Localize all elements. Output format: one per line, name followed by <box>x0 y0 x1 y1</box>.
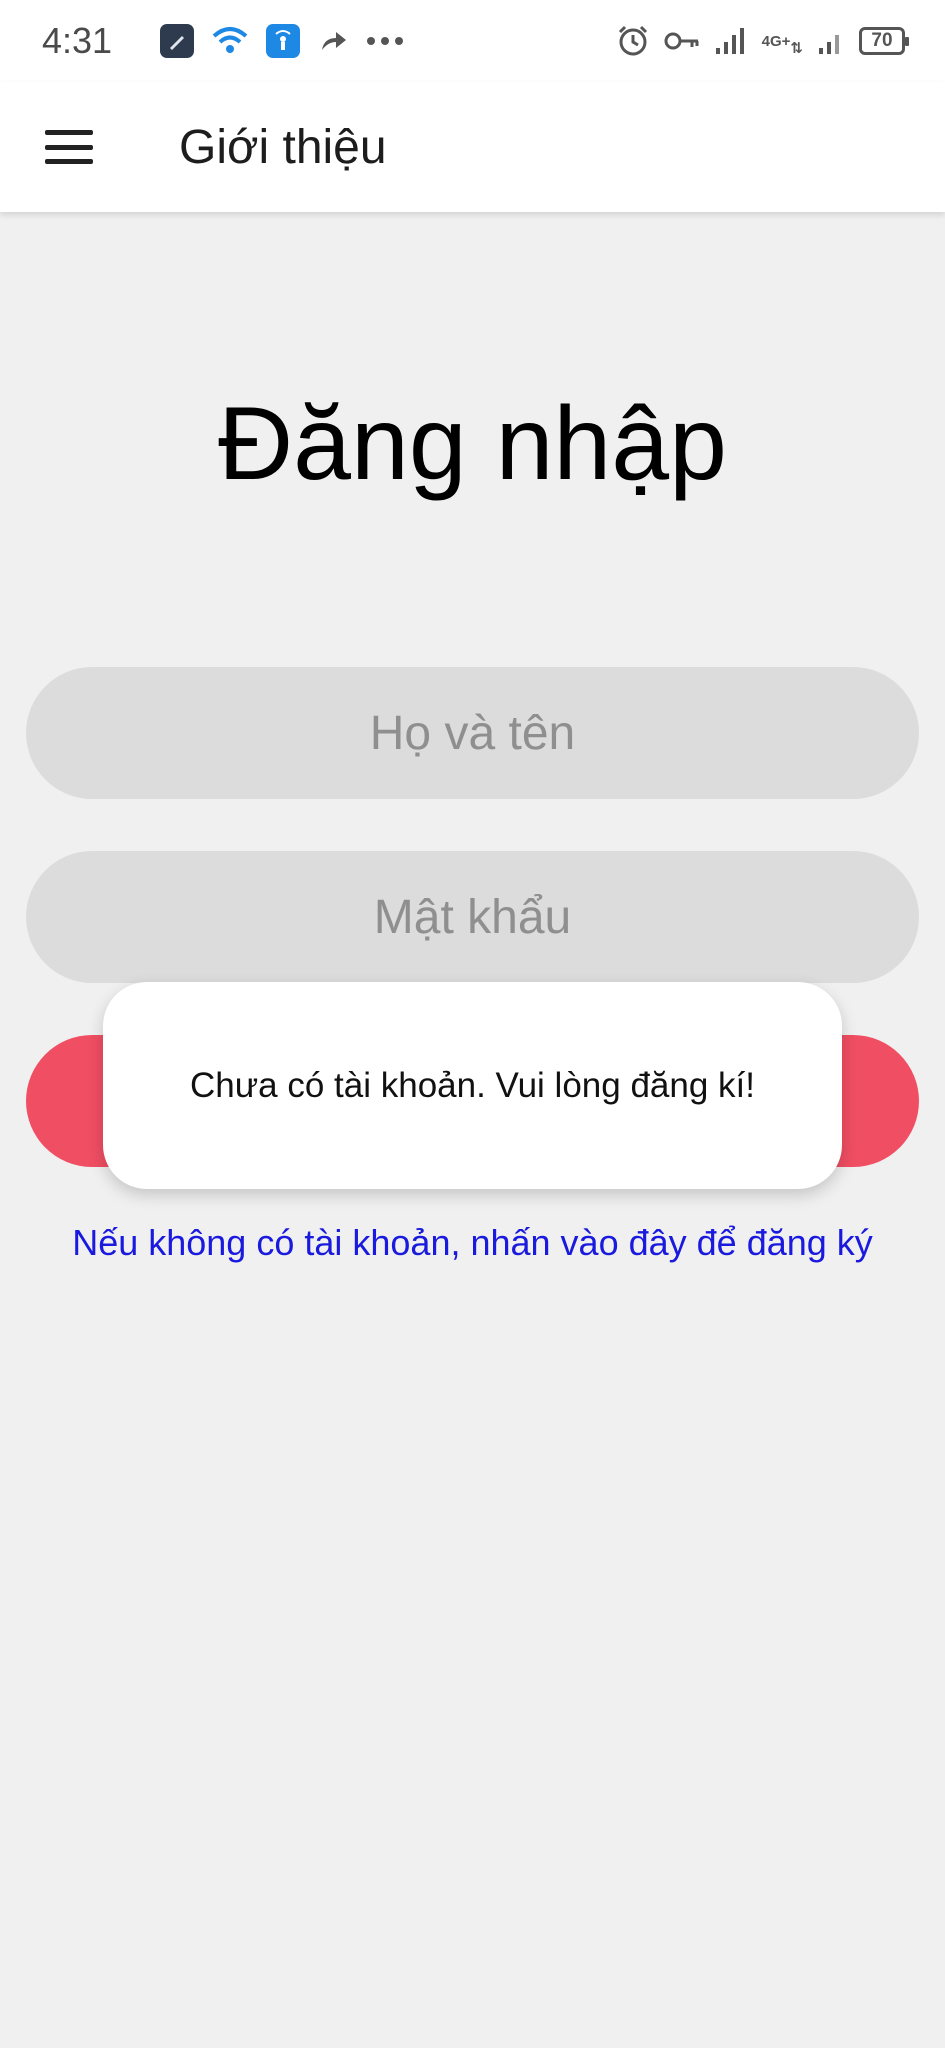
share-arrow-icon <box>318 28 348 54</box>
network-type-label: 4G+ ⇅ <box>761 32 803 57</box>
hamburger-menu-icon[interactable] <box>14 82 124 212</box>
signal-icon <box>714 26 748 56</box>
edit-app-icon <box>160 24 195 58</box>
battery-level: 70 <box>871 30 893 51</box>
app-bar: Giới thiệu <box>0 82 945 212</box>
vpn-key-icon <box>664 30 700 52</box>
page-title: Giới thiệu <box>179 120 387 174</box>
password-input[interactable] <box>26 851 919 983</box>
status-bar: 4:31 4G+ ⇅ 70 <box>0 0 945 82</box>
register-link[interactable]: Nếu không có tài khoản, nhấn vào đây để … <box>0 1222 945 1264</box>
battery-icon: 70 <box>859 27 909 55</box>
alarm-icon <box>616 24 650 58</box>
name-input[interactable] <box>26 667 919 799</box>
hotspot-app-icon <box>266 24 301 58</box>
signal-icon-2 <box>817 26 845 56</box>
login-heading: Đăng nhập <box>218 386 727 502</box>
wifi-icon <box>212 26 248 56</box>
more-dots-icon <box>366 36 404 46</box>
status-time: 4:31 <box>42 20 113 61</box>
toast-message: Chưa có tài khoản. Vui lòng đăng kí! <box>103 982 842 1189</box>
